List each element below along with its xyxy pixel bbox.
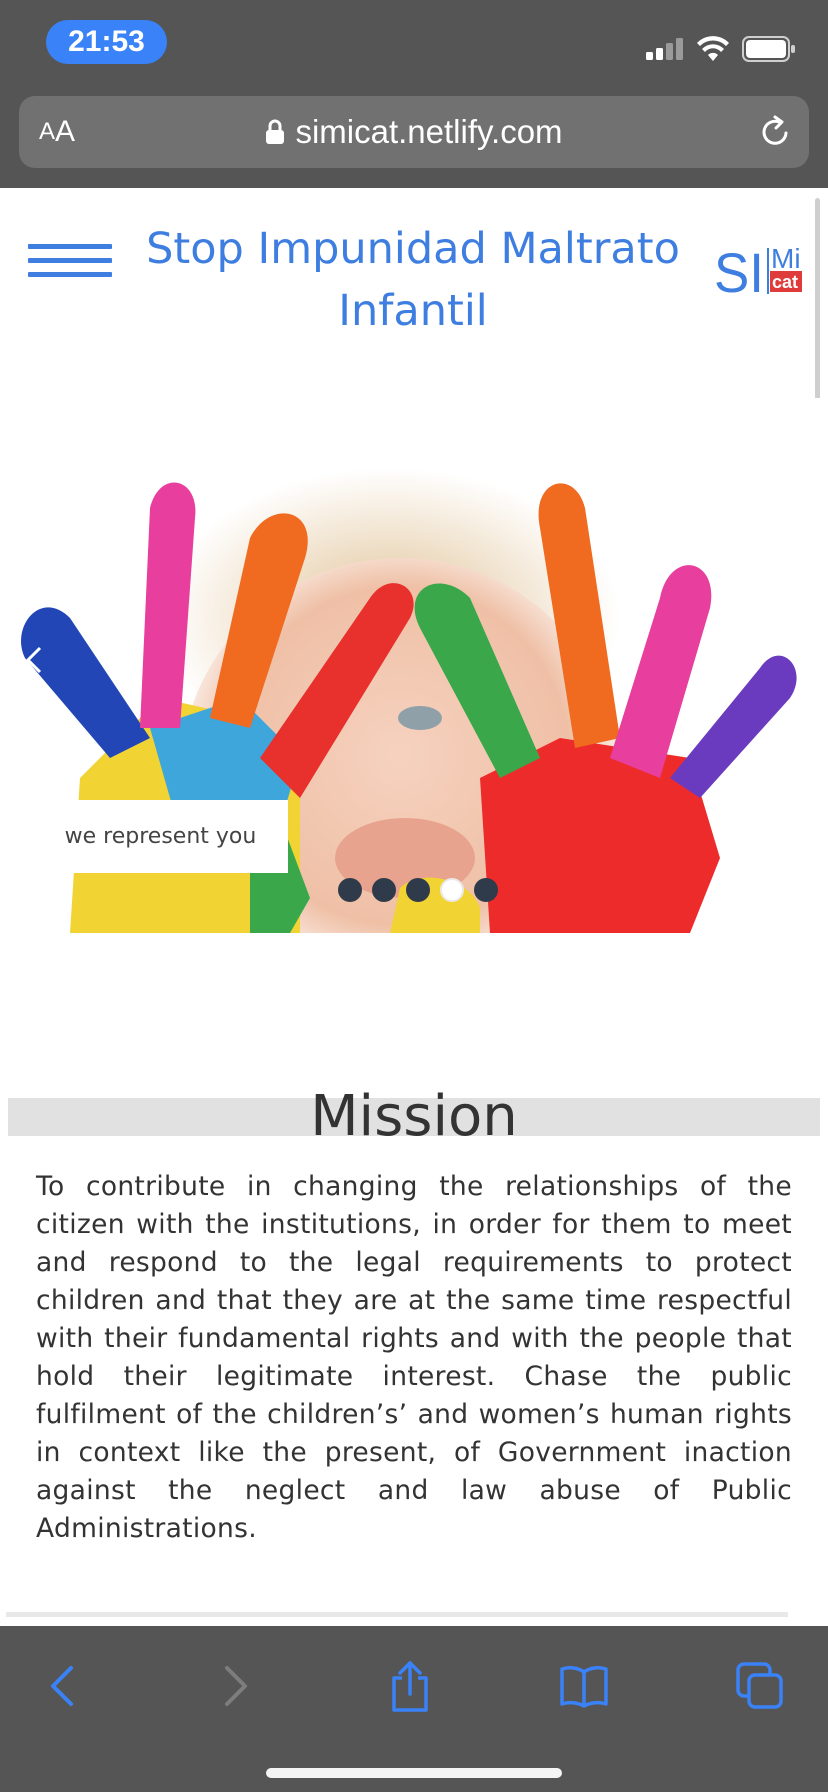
status-time[interactable]: 21:53 (46, 20, 167, 64)
tabs-button[interactable] (730, 1656, 790, 1716)
bookmarks-button[interactable] (554, 1656, 614, 1716)
slider-dot[interactable] (372, 878, 396, 902)
svg-text:cat: cat (772, 272, 798, 292)
browser-bottom-toolbar (0, 1626, 828, 1792)
chevron-left-icon[interactable] (22, 645, 46, 675)
site-title[interactable]: Stop Impunidad Maltrato Infantil (130, 218, 696, 342)
cellular-signal-icon (646, 38, 683, 60)
svg-text:Mi: Mi (771, 243, 801, 274)
share-icon (392, 1661, 428, 1712)
slider-dot[interactable] (406, 878, 430, 902)
web-page: Stop Impunidad Maltrato Infantil SI Mi c… (0, 188, 828, 1626)
url-text: simicat.netlify.com (295, 113, 563, 150)
lock-icon (266, 119, 285, 144)
slider-dots (338, 878, 498, 902)
browser-top-bar: 21:53 AA simicat.netlify.com (0, 0, 828, 188)
battery-icon (742, 36, 795, 62)
share-button[interactable] (380, 1656, 440, 1716)
address-bar[interactable]: AA simicat.netlify.com (19, 96, 809, 168)
mission-text: To contribute in changing the relationsh… (36, 1171, 792, 1544)
wifi-icon (697, 36, 729, 61)
back-icon (51, 1666, 73, 1706)
site-logo[interactable]: SI Mi cat (714, 242, 804, 298)
forward-button[interactable] (206, 1656, 266, 1716)
bookmarks-icon (560, 1666, 608, 1708)
tabs-icon (736, 1662, 783, 1709)
forward-icon (225, 1666, 247, 1706)
section-divider (6, 1612, 788, 1617)
hamburger-menu-icon[interactable] (28, 244, 112, 286)
status-icons (646, 36, 796, 62)
back-button[interactable] (32, 1656, 92, 1716)
reload-icon[interactable] (757, 114, 793, 150)
slider-dot[interactable] (474, 878, 498, 902)
slider-dot[interactable] (338, 878, 362, 902)
home-indicator[interactable] (266, 1768, 562, 1778)
hero-caption: we represent you (33, 800, 288, 873)
url-display[interactable]: simicat.netlify.com (19, 96, 809, 168)
slider-dot-active[interactable] (440, 878, 464, 902)
svg-text:SI: SI (714, 242, 764, 298)
mission-title: Mission (310, 1084, 518, 1149)
